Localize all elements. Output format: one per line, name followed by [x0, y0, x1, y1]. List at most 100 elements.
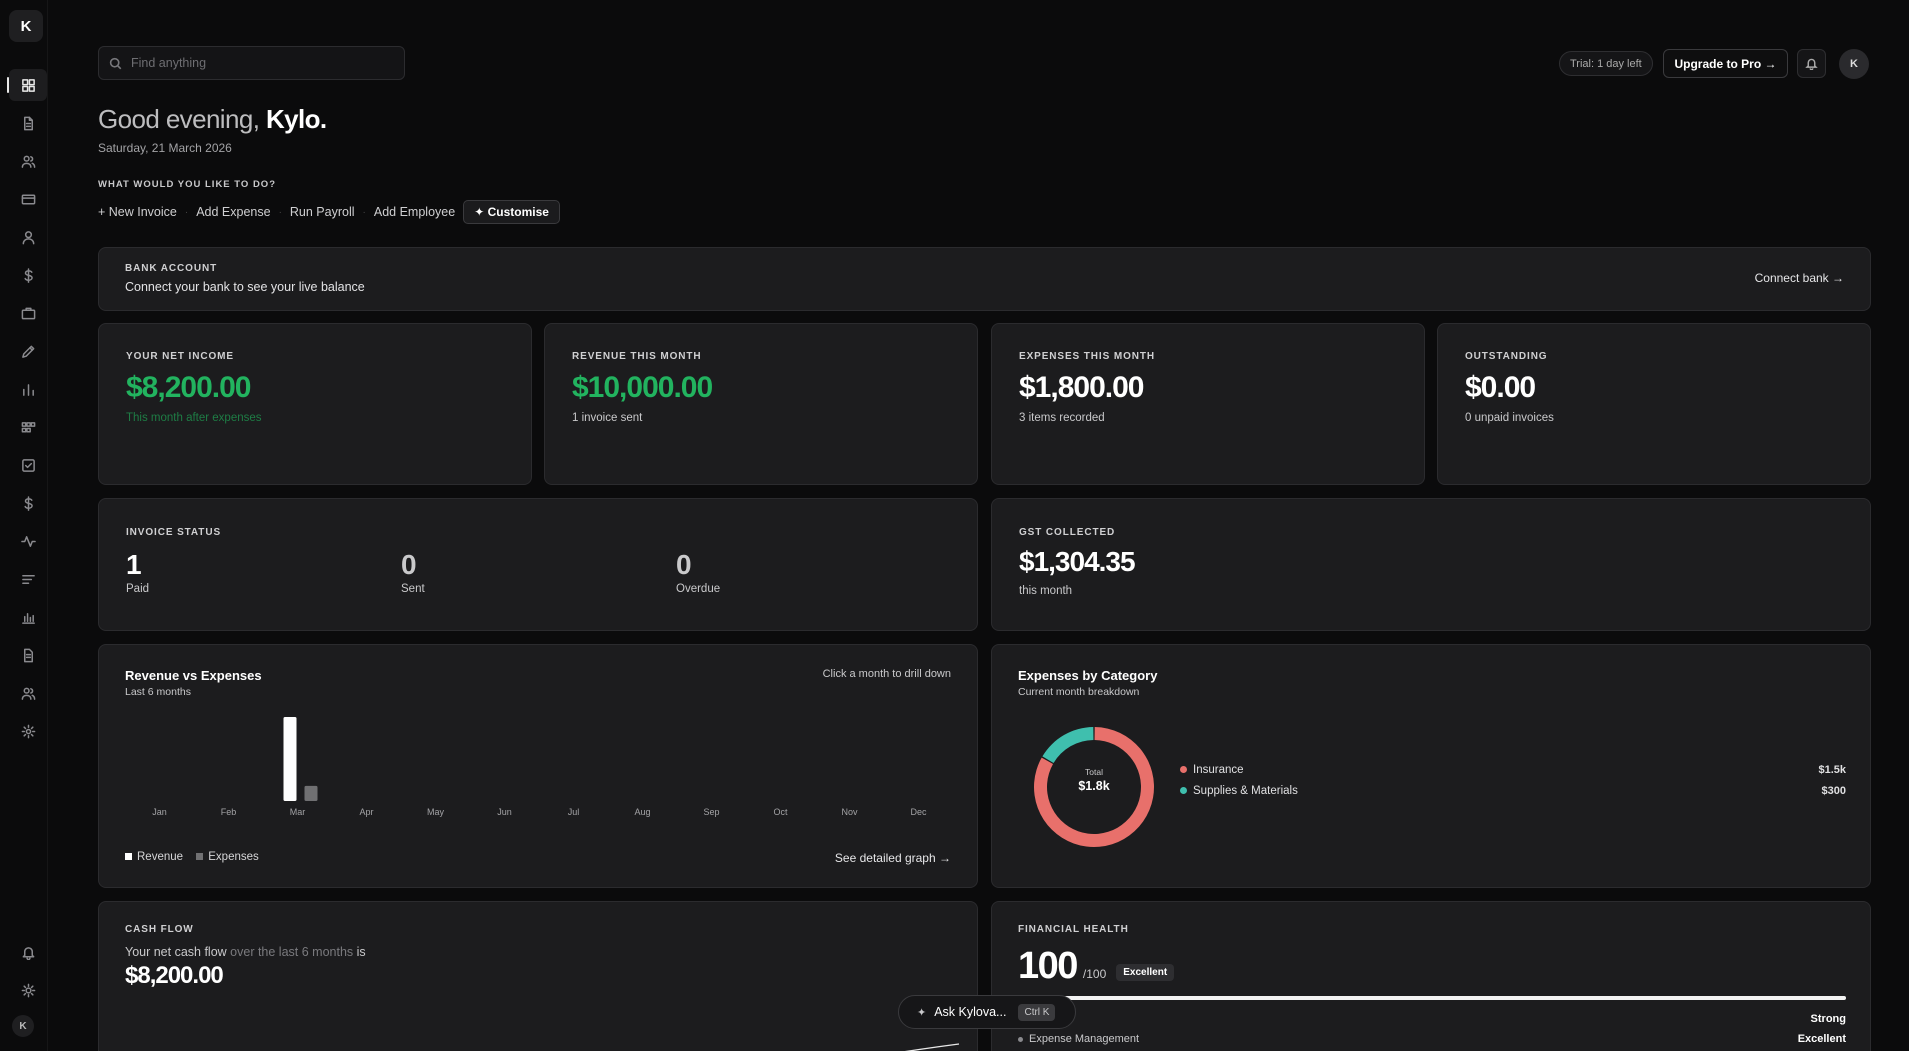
settings-icon: [21, 724, 35, 738]
upgrade-button[interactable]: Upgrade to Pro →: [1663, 49, 1788, 78]
category-amount: $1.5k: [1818, 764, 1846, 776]
connect-bank-link[interactable]: Connect bank →: [1755, 271, 1844, 285]
sidebar-item-analytics[interactable]: [9, 601, 47, 633]
sidebar-item-jobs[interactable]: [9, 297, 47, 329]
kpi-card-expenses: EXPENSES THIS MONTH $1,800.00 3 items re…: [991, 323, 1425, 485]
invoice-status-label: INVOICE STATUS: [126, 527, 222, 538]
add-expense-link[interactable]: Add Expense: [196, 205, 270, 219]
add-employee-link[interactable]: Add Employee: [374, 205, 455, 219]
bell-icon: [22, 946, 34, 960]
x-tick-aug[interactable]: Aug: [634, 807, 650, 817]
sidebar-item-payroll[interactable]: [9, 487, 47, 519]
sidebar-item-notifications[interactable]: [9, 936, 47, 968]
chart-title: Expenses by Category: [1018, 668, 1158, 683]
cash-flow-label: CASH FLOW: [125, 924, 194, 935]
sidebar-item-activity[interactable]: [9, 525, 47, 557]
sidebar-item-tasks[interactable]: [9, 449, 47, 481]
sidebar-item-documents[interactable]: [9, 639, 47, 671]
health-row-value: Excellent: [1797, 1033, 1846, 1045]
dollar-icon: [23, 267, 33, 283]
search-input[interactable]: [131, 56, 391, 70]
legend-swatch-revenue: [125, 853, 132, 861]
sidebar-item-transactions[interactable]: [9, 563, 47, 595]
legend-revenue: Revenue: [137, 851, 184, 863]
sidebar-item-invoices[interactable]: [9, 107, 47, 139]
x-tick-may[interactable]: May: [427, 807, 445, 817]
status-sent[interactable]: 0 Sent: [401, 549, 425, 595]
x-tick-sep[interactable]: Sep: [703, 807, 719, 817]
chart-subtitle: Current month breakdown: [1018, 686, 1140, 698]
sidebar-item-sales[interactable]: [9, 259, 47, 291]
kpi-card-net-income: YOUR NET INCOME $8,200.00 This month aft…: [98, 323, 532, 485]
health-score-max: /100: [1082, 967, 1107, 981]
sidebar-item-theme[interactable]: [9, 974, 47, 1006]
sidebar-item-reports[interactable]: [9, 373, 47, 405]
health-progress-fill: [1018, 996, 1846, 1000]
kpi-value: $0.00: [1465, 371, 1536, 404]
sidebar-item-contacts[interactable]: [9, 221, 47, 253]
health-score: 100 /100 Excellent: [1018, 945, 1175, 988]
sidebar-item-dashboard[interactable]: [7, 69, 47, 101]
notifications-button[interactable]: [1797, 49, 1826, 78]
x-tick-nov[interactable]: Nov: [841, 807, 858, 817]
cash-flow-text-a: Your net cash flow: [125, 945, 227, 959]
category-row[interactable]: Supplies & Materials $300: [1180, 785, 1846, 797]
x-tick-mar[interactable]: Mar: [290, 807, 306, 817]
sidebar: K K: [0, 0, 48, 1051]
app-logo[interactable]: K: [9, 10, 43, 42]
x-tick-dec[interactable]: Dec: [910, 807, 927, 817]
sidebar-item-team[interactable]: [9, 677, 47, 709]
cash-flow-value: $8,200.00: [125, 962, 224, 989]
customise-button[interactable]: ✦ Customise: [463, 200, 560, 224]
gst-value: $1,304.35: [1019, 546, 1136, 577]
apps-icon: [21, 421, 35, 432]
status-value: 0: [401, 549, 417, 580]
sidebar-item-quotes[interactable]: [9, 335, 47, 367]
search-box[interactable]: [98, 46, 405, 80]
status-label: Paid: [126, 583, 150, 595]
run-payroll-link[interactable]: Run Payroll: [290, 205, 355, 219]
x-tick-jul[interactable]: Jul: [568, 807, 580, 817]
bar-revenue-mar[interactable]: [283, 717, 297, 801]
gst-label: GST COLLECTED: [1019, 527, 1116, 538]
cash-flow-text: Your net cash flow over the last 6 month…: [125, 945, 366, 959]
status-paid[interactable]: 1 Paid: [126, 549, 149, 595]
cash-flow-card: CASH FLOW Your net cash flow over the la…: [98, 901, 978, 1051]
health-label: FINANCIAL HEALTH: [1018, 924, 1129, 935]
health-score-value: 100: [1018, 945, 1078, 987]
see-detailed-graph-link[interactable]: See detailed graph →: [835, 851, 951, 865]
kpi-value: $8,200.00: [126, 371, 251, 404]
sidebar-item-apps[interactable]: [9, 411, 47, 443]
sparkle-icon: ✦: [917, 1006, 927, 1019]
bar-expenses-mar[interactable]: [304, 785, 318, 801]
legend-expenses: Expenses: [208, 851, 259, 863]
donut-slice-supplies-materials[interactable]: [1042, 727, 1094, 764]
new-invoice-link[interactable]: + New Invoice: [98, 205, 177, 219]
x-tick-oct[interactable]: Oct: [773, 807, 788, 817]
chart-subtitle: Last 6 months: [125, 686, 191, 698]
briefcase-icon: [21, 307, 35, 319]
app-root: K K Find anything Trial: 1 day left Upgr…: [0, 0, 1909, 1051]
clients-icon: [21, 155, 35, 168]
health-progress-track: [1018, 996, 1846, 1000]
revenue-expenses-chart[interactable]: Jan Feb Mar Apr May Jun Jul Aug Sep Oct Nov Dec: [99, 705, 979, 825]
status-overdue[interactable]: 0 Overdue: [676, 549, 720, 595]
gst-sub: this month: [1019, 585, 1073, 597]
sidebar-avatar[interactable]: K: [12, 1015, 34, 1037]
x-tick-jan[interactable]: Jan: [152, 807, 167, 817]
status-label: Sent: [401, 583, 425, 595]
bank-text: Connect your bank to see your live balan…: [125, 280, 365, 294]
user-avatar[interactable]: K: [1839, 49, 1869, 79]
category-row[interactable]: Insurance $1.5k: [1180, 764, 1846, 776]
trial-badge[interactable]: Trial: 1 day left: [1559, 51, 1653, 76]
x-tick-jun[interactable]: Jun: [497, 807, 512, 817]
sidebar-item-clients[interactable]: [9, 145, 47, 177]
sidebar-item-payments[interactable]: [9, 183, 47, 215]
bank-account-card: BANK ACCOUNT Connect your bank to see yo…: [98, 247, 1871, 311]
sidebar-item-settings[interactable]: [9, 715, 47, 747]
x-tick-apr[interactable]: Apr: [359, 807, 373, 817]
status-value: 0: [676, 549, 692, 580]
ask-assistant-button[interactable]: ✦ Ask Kylova... Ctrl K: [898, 995, 1076, 1029]
x-tick-feb[interactable]: Feb: [221, 807, 237, 817]
card-icon: [21, 194, 35, 204]
